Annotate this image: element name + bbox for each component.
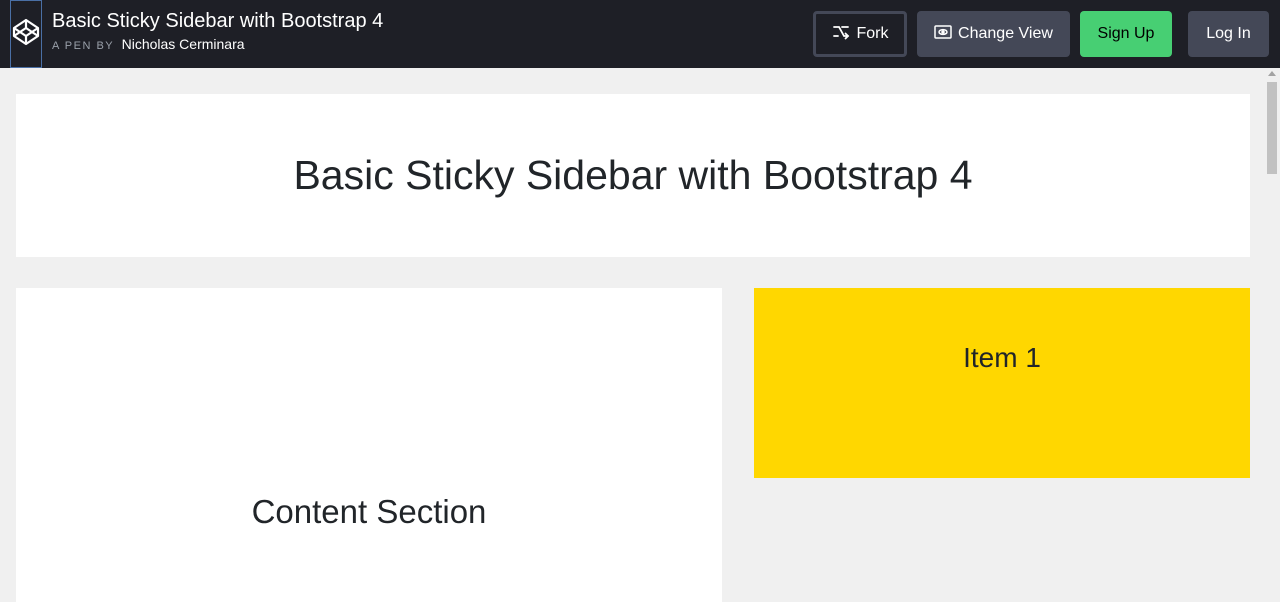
pen-title: Basic Sticky Sidebar with Bootstrap 4: [52, 10, 384, 32]
fork-icon: [832, 24, 857, 45]
codepen-topbar: Basic Sticky Sidebar with Bootstrap 4 A …: [0, 0, 1280, 68]
page-header-card: Basic Sticky Sidebar with Bootstrap 4: [16, 94, 1250, 257]
pen-author-link[interactable]: Nicholas Cerminara: [122, 36, 245, 52]
sidebar-item-1: Item 1: [754, 288, 1250, 478]
scrollbar-thumb[interactable]: [1267, 82, 1277, 174]
change-view-label: Change View: [958, 25, 1053, 42]
sidebar-item-title: Item 1: [963, 342, 1041, 373]
pen-by-label: A PEN BY: [52, 40, 115, 52]
content-section: Content Section: [16, 288, 722, 602]
vertical-scrollbar[interactable]: [1265, 68, 1280, 602]
pen-title-block: Basic Sticky Sidebar with Bootstrap 4 A …: [52, 9, 383, 54]
codepen-logo-link[interactable]: [10, 0, 42, 68]
log-in-label: Log In: [1206, 25, 1251, 42]
page-title: Basic Sticky Sidebar with Bootstrap 4: [293, 152, 973, 198]
change-view-icon: [934, 24, 958, 44]
sign-up-button[interactable]: Sign Up: [1080, 11, 1172, 57]
pen-byline: A PEN BY Nicholas Cerminara: [52, 36, 383, 54]
change-view-button[interactable]: Change View: [917, 11, 1070, 57]
log-in-button[interactable]: Log In: [1188, 11, 1269, 57]
scroll-up-arrow-icon[interactable]: [1268, 71, 1276, 76]
codepen-logo-icon: [11, 17, 41, 52]
content-section-title: Content Section: [251, 493, 487, 530]
sign-up-label: Sign Up: [1097, 25, 1155, 42]
fork-button[interactable]: Fork: [813, 11, 907, 57]
fork-button-label: Fork: [856, 25, 889, 42]
